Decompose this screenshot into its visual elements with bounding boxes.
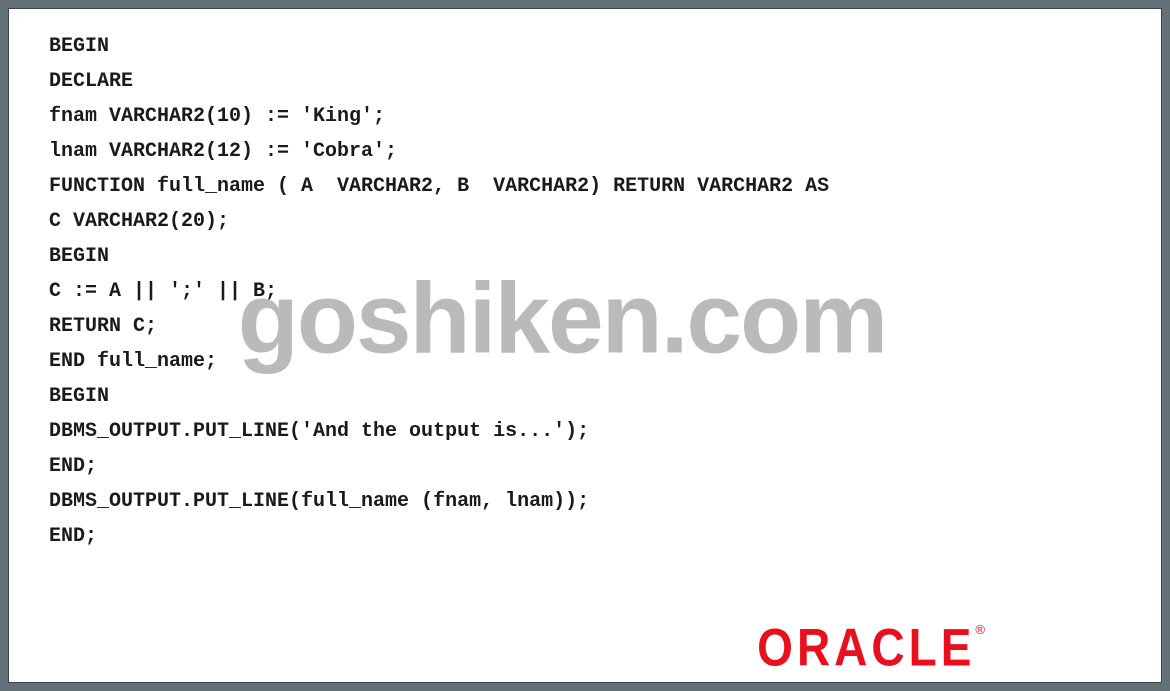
document-container: goshiken.com BEGIN DECLARE fnam VARCHAR2… [8, 8, 1162, 683]
code-line: fnam VARCHAR2(10) := 'King'; [49, 99, 1121, 134]
oracle-logo: ORACLE ® [757, 620, 986, 674]
code-line: END full_name; [49, 344, 1121, 379]
code-line: BEGIN [49, 29, 1121, 64]
code-line: FUNCTION full_name ( A VARCHAR2, B VARCH… [49, 169, 1121, 204]
code-line: RETURN C; [49, 309, 1121, 344]
code-line: C VARCHAR2(20); [49, 204, 1121, 239]
code-line: DBMS_OUTPUT.PUT_LINE(full_name (fnam, ln… [49, 484, 1121, 519]
code-line: DECLARE [49, 64, 1121, 99]
oracle-logo-reg: ® [975, 622, 986, 637]
code-line: lnam VARCHAR2(12) := 'Cobra'; [49, 134, 1121, 169]
code-line: END; [49, 519, 1121, 554]
code-line: BEGIN [49, 379, 1121, 414]
code-line: BEGIN [49, 239, 1121, 274]
code-line: END; [49, 449, 1121, 484]
oracle-logo-text: ORACLE [757, 616, 975, 678]
code-block: BEGIN DECLARE fnam VARCHAR2(10) := 'King… [49, 29, 1121, 554]
code-line: DBMS_OUTPUT.PUT_LINE('And the output is.… [49, 414, 1121, 449]
code-line: C := A || ';' || B; [49, 274, 1121, 309]
